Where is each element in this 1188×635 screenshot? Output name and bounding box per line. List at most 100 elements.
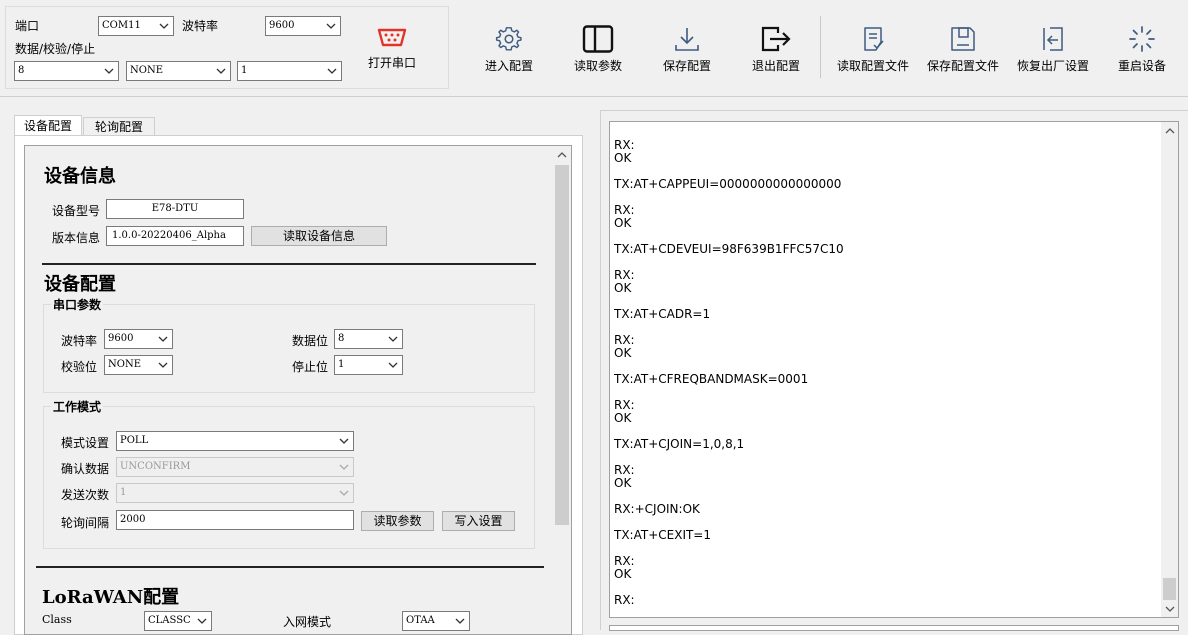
- write-settings-label: 写入设置: [454, 514, 503, 528]
- log-scrollbar-thumb[interactable]: [1163, 578, 1176, 600]
- log-line: OK: [614, 346, 632, 360]
- parity-select[interactable]: NONE: [126, 61, 231, 81]
- header-divider: [0, 96, 1188, 97]
- read-params-label: 读取参数: [573, 59, 622, 73]
- exit-config-button[interactable]: 退出配置: [736, 25, 816, 74]
- chevron-down-icon: [388, 336, 398, 342]
- log-line: RX:: [614, 203, 635, 217]
- chevron-down-icon: [326, 23, 336, 29]
- document-check-icon: [864, 27, 884, 51]
- baud-label: 波特率: [182, 19, 219, 33]
- exit-icon: [761, 26, 791, 52]
- port-select[interactable]: COM11: [98, 16, 174, 36]
- send-count-value: 1: [120, 487, 127, 498]
- restore-icon: [1043, 27, 1063, 51]
- cfg-parity-label: 校验位: [61, 360, 98, 374]
- cfg-data-label: 数据位: [292, 334, 329, 348]
- save-config-button[interactable]: 保存配置: [647, 25, 727, 74]
- interval-label: 轮询间隔: [61, 516, 110, 530]
- tab-poll-config-label: 轮询配置: [94, 120, 143, 134]
- baud-select[interactable]: 9600: [265, 16, 341, 36]
- log-line: OK: [614, 476, 632, 490]
- data-bits-select[interactable]: 8: [14, 61, 119, 81]
- open-port-label: 打开串口: [367, 56, 416, 70]
- log-line: RX:: [614, 398, 635, 412]
- log-line: RX:+CJOIN:OK: [614, 502, 700, 516]
- save-config-file-label: 保存配置文件: [926, 59, 999, 73]
- save-icon: [951, 27, 975, 51]
- confirm-value: UNCONFIRM: [120, 461, 191, 472]
- chevron-down-icon: [339, 464, 349, 470]
- log-line: TX:AT+CDEVEUI=98F639B1FFC57C10: [614, 242, 844, 256]
- restart-device-button[interactable]: 重启设备: [1102, 25, 1182, 74]
- class-select[interactable]: CLASSC: [144, 611, 212, 631]
- read-device-info-label: 读取设备信息: [282, 229, 355, 243]
- open-port-button[interactable]: 打开串口: [352, 26, 432, 71]
- cfg-parity-select[interactable]: NONE: [104, 355, 173, 375]
- confirm-select: UNCONFIRM: [116, 457, 354, 477]
- book-icon: [582, 25, 614, 53]
- tab-device-config[interactable]: 设备配置: [14, 115, 82, 136]
- version-label: 版本信息: [52, 231, 101, 245]
- save-config-label: 保存配置: [662, 59, 711, 73]
- device-config-title: 设备配置: [44, 274, 116, 295]
- cfg-stop-select[interactable]: 1: [334, 355, 403, 375]
- log-scrollbar[interactable]: [1161, 122, 1178, 617]
- device-info-title: 设备信息: [44, 166, 116, 187]
- cfg-baud-label: 波特率: [61, 334, 98, 348]
- read-params-button[interactable]: 读取参数: [558, 25, 638, 74]
- version-field[interactable]: 1.0.0-20220406_Alpha: [106, 226, 244, 246]
- version-value: 1.0.0-20220406_Alpha: [112, 230, 226, 241]
- factory-reset-button[interactable]: 恢复出厂设置: [1013, 25, 1093, 74]
- config-scrollbar-thumb[interactable]: [555, 165, 569, 525]
- confirm-label: 确认数据: [61, 462, 110, 476]
- read-device-info-button[interactable]: 读取设备信息: [251, 226, 387, 246]
- log-line: OK: [614, 281, 632, 295]
- chevron-down-icon: [327, 68, 337, 74]
- log-line: TX:AT+CFREQBANDMASK=0001: [614, 372, 809, 386]
- mode-select[interactable]: POLL: [116, 431, 354, 451]
- data-parity-stop-label: 数据/校验/停止: [15, 42, 96, 56]
- log-line: OK: [614, 411, 632, 425]
- model-field[interactable]: E78-DTU: [106, 199, 244, 219]
- interval-input[interactable]: 2000: [116, 510, 354, 530]
- tab-poll-config[interactable]: 轮询配置: [83, 117, 155, 136]
- log-line: RX:: [614, 268, 635, 282]
- send-count-select: 1: [116, 483, 354, 503]
- section-divider-2: [36, 566, 544, 568]
- exit-config-label: 退出配置: [751, 59, 800, 73]
- enter-config-button[interactable]: 进入配置: [469, 25, 549, 74]
- chevron-down-icon: [159, 23, 169, 29]
- mode-value: POLL: [120, 435, 149, 446]
- tab-device-config-label: 设备配置: [23, 119, 72, 133]
- log-partial-line: [614, 117, 1154, 123]
- restart-device-label: 重启设备: [1117, 59, 1166, 73]
- send-box-edge[interactable]: [609, 625, 1179, 631]
- read-config-file-button[interactable]: 读取配置文件: [833, 25, 913, 74]
- save-config-file-button[interactable]: 保存配置文件: [923, 25, 1003, 74]
- cfg-data-select[interactable]: 8: [334, 329, 403, 349]
- read-params-small-button[interactable]: 读取参数: [361, 511, 434, 531]
- read-params-small-label: 读取参数: [373, 514, 422, 528]
- cfg-stop-label: 停止位: [292, 360, 329, 374]
- mode-label: 模式设置: [61, 436, 110, 450]
- work-mode-group-title: 工作模式: [51, 398, 104, 415]
- log-scroll-up-icon[interactable]: [1164, 125, 1176, 137]
- cfg-baud-select[interactable]: 9600: [104, 329, 173, 349]
- chevron-down-icon: [455, 618, 465, 624]
- stop-bits-select[interactable]: 1: [237, 61, 342, 81]
- log-line: RX:: [614, 593, 635, 607]
- scroll-up-icon[interactable]: [556, 149, 568, 161]
- join-mode-select[interactable]: OTAA: [402, 611, 470, 631]
- chevron-down-icon: [339, 490, 349, 496]
- read-config-file-label: 读取配置文件: [836, 59, 909, 73]
- log-scroll-down-icon[interactable]: [1164, 603, 1176, 615]
- loading-spinner-icon: [1129, 26, 1155, 52]
- write-settings-button[interactable]: 写入设置: [442, 511, 515, 531]
- log-output[interactable]: RX: OK TX:AT+CAPPEUI=0000000000000000 RX:…: [609, 121, 1179, 618]
